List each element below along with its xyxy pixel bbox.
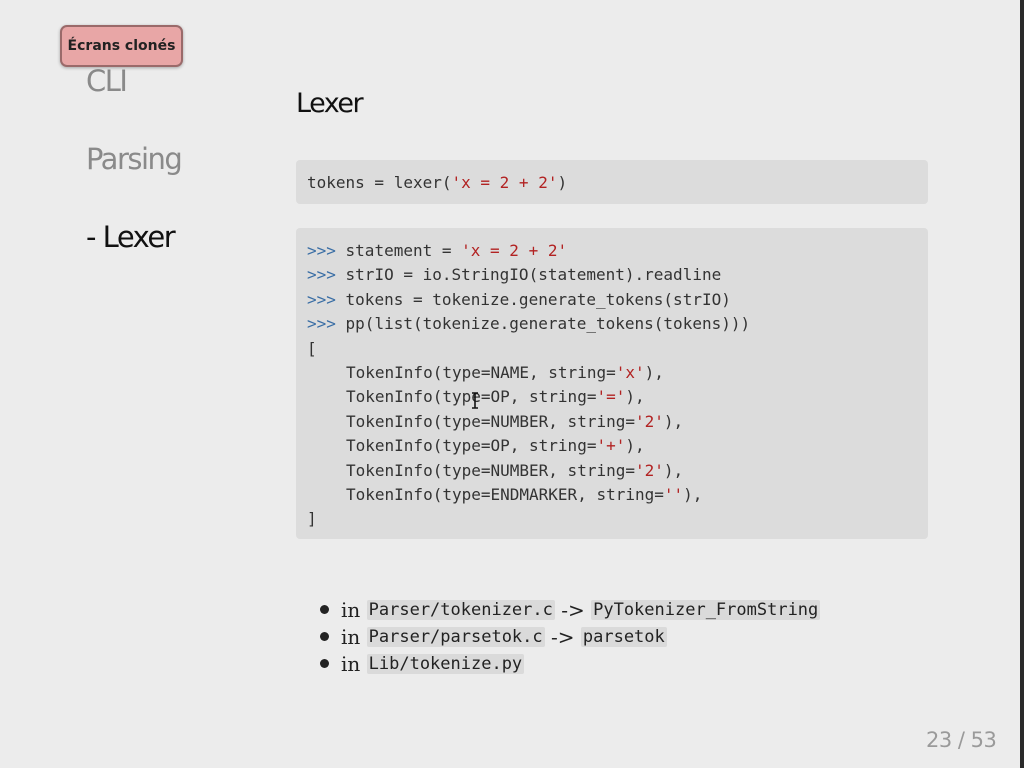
code-text: pp(list(tokenize.generate_tokens(tokens)… [335,314,751,334]
code-text: TokenInfo(type=NAME, string= [346,363,616,383]
repl-prompt: >>> [307,314,336,334]
file-path: Lib/tokenize.py [366,653,525,674]
cloned-screens-badge[interactable]: Écrans clonés [60,25,183,67]
list-item: in Lib/tokenize.py [320,650,820,677]
code-line: >>> statement = 'x = 2 + 2' [307,239,928,263]
code-string: 'x' [615,363,645,383]
code-string: '2' [634,460,664,480]
code-string: '+' [596,436,626,456]
sidenav-item-parsing[interactable]: Parsing [86,142,183,176]
text-cursor-icon [472,392,478,409]
code-text: ), [663,460,684,480]
code-block-repl: >>> statement = 'x = 2 + 2' >>> strIO = i… [296,228,928,539]
code-text: ) [557,173,568,192]
code-line: TokenInfo(type=OP, string='+'), [307,434,928,458]
code-string: '2' [634,411,664,431]
bullet-icon [320,605,329,614]
code-text: TokenInfo(type=NUMBER, string= [346,411,635,431]
code-text: ), [625,436,645,456]
code-text: TokenInfo(type=ENDMARKER, string= [346,485,664,505]
bullet-prefix: in [341,651,361,676]
code-line: TokenInfo(type=NUMBER, string='2'), [307,459,928,483]
code-string: '=' [596,387,626,407]
function-name: parsetok [580,626,667,647]
arrow-text: -> [551,624,575,649]
bullet-prefix: in [341,624,361,649]
sidenav-item-lexer[interactable]: - Lexer [86,220,176,254]
sidenav-item-cli[interactable]: CLI [86,64,128,98]
code-string: 'x = 2 + 2' [461,241,568,260]
code-text: ), [644,363,664,383]
file-path: Parser/parsetok.c [366,626,545,647]
code-line: ] [307,509,317,529]
code-line: >>> tokens = tokenize.generate_tokens(st… [307,288,928,312]
bullet-icon [320,632,329,641]
bullet-icon [320,659,329,668]
slide-title: Lexer [296,88,364,119]
code-text: tokens = lexer( [307,173,452,192]
code-text: ), [663,411,684,431]
repl-prompt: >>> [307,265,336,285]
screen-edge [1020,0,1024,768]
source-locations-list: in Parser/tokenizer.c -> PyTokenizer_Fro… [320,596,821,677]
list-item: in Parser/parsetok.c -> parsetok [320,623,820,650]
code-text: ), [625,387,645,407]
code-text: TokenInfo(type=NUMBER, string= [346,460,635,480]
code-text: ), [683,485,703,505]
arrow-text: -> [561,597,585,622]
file-path: Parser/tokenizer.c [366,599,555,620]
code-string: '' [663,485,684,505]
slide: CLI Écrans clonés Parsing - Lexer Lexer … [0,0,1020,768]
bullet-prefix: in [341,597,361,622]
code-line: >>> pp(list(tokenize.generate_tokens(tok… [307,312,928,336]
function-name: PyTokenizer_FromString [591,599,821,620]
page-counter: 23 / 53 [926,728,997,752]
code-string: 'x = 2 + 2' [451,173,558,192]
code-line: TokenInfo(type=OP, string='='), [307,385,928,409]
code-text: tokens = tokenize.generate_tokens(strIO) [335,289,731,309]
list-item: in Parser/tokenizer.c -> PyTokenizer_Fro… [320,596,821,623]
code-line: >>> strIO = io.StringIO(statement).readl… [307,263,928,287]
code-block-lexer-call: tokens = lexer('x = 2 + 2') [296,160,928,204]
code-line: [ [307,338,317,358]
code-line: TokenInfo(type=NUMBER, string='2'), [307,410,928,434]
code-line: TokenInfo(type=ENDMARKER, string=''), [307,483,928,507]
code-text: strIO = io.StringIO(statement).readline [335,265,722,285]
code-line: TokenInfo(type=NAME, string='x'), [307,361,928,385]
code-text: statement = [335,241,462,260]
repl-prompt: >>> [307,241,336,260]
repl-prompt: >>> [307,289,336,309]
code-text: TokenInfo(type=OP, string= [346,436,597,456]
